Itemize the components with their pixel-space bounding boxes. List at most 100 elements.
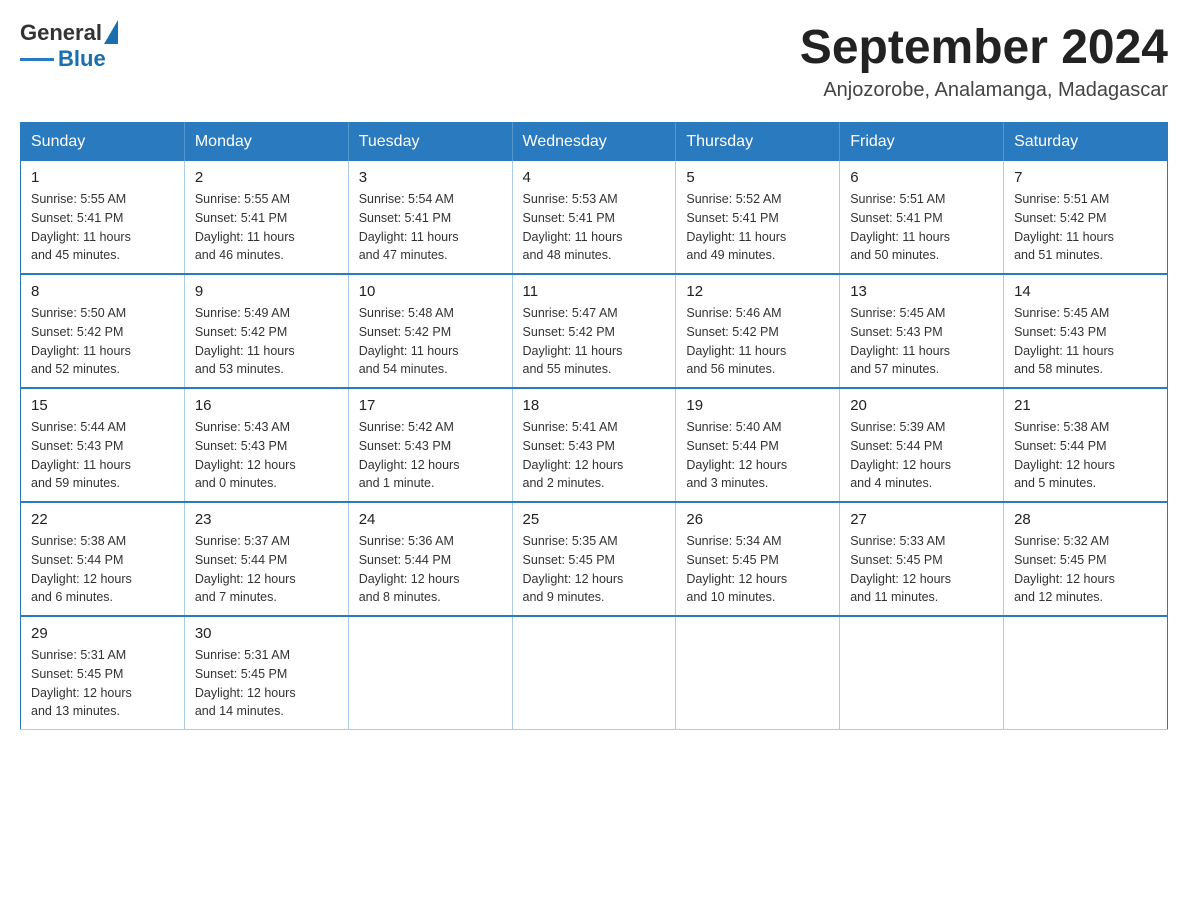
day-number: 21 <box>1014 397 1157 414</box>
day-cell-3: 3 Sunrise: 5:54 AMSunset: 5:41 PMDaylight… <box>348 161 512 274</box>
day-number: 28 <box>1014 511 1157 528</box>
day-cell-8: 8 Sunrise: 5:50 AMSunset: 5:42 PMDaylight… <box>21 274 185 388</box>
day-info: Sunrise: 5:42 AMSunset: 5:43 PMDaylight:… <box>359 418 502 493</box>
day-cell-9: 9 Sunrise: 5:49 AMSunset: 5:42 PMDaylight… <box>184 274 348 388</box>
calendar-title: September 2024 <box>800 20 1168 75</box>
day-info: Sunrise: 5:47 AMSunset: 5:42 PMDaylight:… <box>523 304 666 379</box>
day-info: Sunrise: 5:40 AMSunset: 5:44 PMDaylight:… <box>686 418 829 493</box>
day-cell-15: 15Sunrise: 5:44 AMSunset: 5:43 PMDayligh… <box>21 388 185 502</box>
day-info: Sunrise: 5:38 AMSunset: 5:44 PMDaylight:… <box>1014 418 1157 493</box>
header-tuesday: Tuesday <box>348 123 512 162</box>
day-number: 6 <box>850 169 993 186</box>
day-info: Sunrise: 5:48 AMSunset: 5:42 PMDaylight:… <box>359 304 502 379</box>
day-cell-20: 20 Sunrise: 5:39 AMSunset: 5:44 PMDayligh… <box>840 388 1004 502</box>
day-number: 10 <box>359 283 502 300</box>
header-friday: Friday <box>840 123 1004 162</box>
day-number: 24 <box>359 511 502 528</box>
day-number: 16 <box>195 397 338 414</box>
day-number: 12 <box>686 283 829 300</box>
calendar-subtitle: Anjozorobe, Analamanga, Madagascar <box>800 79 1168 102</box>
day-number: 3 <box>359 169 502 186</box>
day-info: Sunrise: 5:52 AMSunset: 5:41 PMDaylight:… <box>686 190 829 265</box>
day-number: 11 <box>523 283 666 300</box>
day-cell-17: 17 Sunrise: 5:42 AMSunset: 5:43 PMDayligh… <box>348 388 512 502</box>
day-info: Sunrise: 5:43 AMSunset: 5:43 PMDaylight:… <box>195 418 338 493</box>
day-number: 2 <box>195 169 338 186</box>
logo-line <box>20 58 54 61</box>
logo-blue-text: Blue <box>58 46 106 72</box>
day-cell-26: 26 Sunrise: 5:34 AMSunset: 5:45 PMDayligh… <box>676 502 840 616</box>
empty-cell <box>840 616 1004 730</box>
day-number: 27 <box>850 511 993 528</box>
day-cell-22: 22Sunrise: 5:38 AMSunset: 5:44 PMDayligh… <box>21 502 185 616</box>
day-number: 9 <box>195 283 338 300</box>
day-number: 15 <box>31 397 174 414</box>
day-cell-29: 29 Sunrise: 5:31 AMSunset: 5:45 PMDayligh… <box>21 616 185 730</box>
week-row-2: 8 Sunrise: 5:50 AMSunset: 5:42 PMDaylight… <box>21 274 1168 388</box>
week-row-4: 22Sunrise: 5:38 AMSunset: 5:44 PMDayligh… <box>21 502 1168 616</box>
day-number: 23 <box>195 511 338 528</box>
day-number: 4 <box>523 169 666 186</box>
day-info: Sunrise: 5:33 AMSunset: 5:45 PMDaylight:… <box>850 532 993 607</box>
day-info: Sunrise: 5:45 AMSunset: 5:43 PMDaylight:… <box>850 304 993 379</box>
day-cell-25: 25 Sunrise: 5:35 AMSunset: 5:45 PMDayligh… <box>512 502 676 616</box>
logo-general-text: General <box>20 20 102 46</box>
day-info: Sunrise: 5:51 AMSunset: 5:42 PMDaylight:… <box>1014 190 1157 265</box>
calendar-header-row: SundayMondayTuesdayWednesdayThursdayFrid… <box>21 123 1168 162</box>
empty-cell <box>348 616 512 730</box>
day-cell-16: 16 Sunrise: 5:43 AMSunset: 5:43 PMDayligh… <box>184 388 348 502</box>
logo-triangle-icon <box>104 20 118 44</box>
header-saturday: Saturday <box>1004 123 1168 162</box>
empty-cell <box>676 616 840 730</box>
day-info: Sunrise: 5:41 AMSunset: 5:43 PMDaylight:… <box>523 418 666 493</box>
day-number: 18 <box>523 397 666 414</box>
day-number: 20 <box>850 397 993 414</box>
week-row-1: 1Sunrise: 5:55 AMSunset: 5:41 PMDaylight… <box>21 161 1168 274</box>
day-cell-6: 6 Sunrise: 5:51 AMSunset: 5:41 PMDaylight… <box>840 161 1004 274</box>
day-info: Sunrise: 5:39 AMSunset: 5:44 PMDaylight:… <box>850 418 993 493</box>
day-cell-12: 12 Sunrise: 5:46 AMSunset: 5:42 PMDayligh… <box>676 274 840 388</box>
day-cell-2: 2Sunrise: 5:55 AMSunset: 5:41 PMDaylight… <box>184 161 348 274</box>
day-cell-27: 27 Sunrise: 5:33 AMSunset: 5:45 PMDayligh… <box>840 502 1004 616</box>
day-cell-5: 5 Sunrise: 5:52 AMSunset: 5:41 PMDaylight… <box>676 161 840 274</box>
day-info: Sunrise: 5:34 AMSunset: 5:45 PMDaylight:… <box>686 532 829 607</box>
day-number: 1 <box>31 169 174 186</box>
day-number: 29 <box>31 625 174 642</box>
header-wednesday: Wednesday <box>512 123 676 162</box>
empty-cell <box>512 616 676 730</box>
day-number: 17 <box>359 397 502 414</box>
day-cell-30: 30Sunrise: 5:31 AMSunset: 5:45 PMDayligh… <box>184 616 348 730</box>
day-info: Sunrise: 5:36 AMSunset: 5:44 PMDaylight:… <box>359 532 502 607</box>
day-info: Sunrise: 5:35 AMSunset: 5:45 PMDaylight:… <box>523 532 666 607</box>
day-info: Sunrise: 5:54 AMSunset: 5:41 PMDaylight:… <box>359 190 502 265</box>
day-info: Sunrise: 5:49 AMSunset: 5:42 PMDaylight:… <box>195 304 338 379</box>
day-info: Sunrise: 5:46 AMSunset: 5:42 PMDaylight:… <box>686 304 829 379</box>
day-number: 13 <box>850 283 993 300</box>
day-cell-13: 13 Sunrise: 5:45 AMSunset: 5:43 PMDayligh… <box>840 274 1004 388</box>
day-cell-1: 1Sunrise: 5:55 AMSunset: 5:41 PMDaylight… <box>21 161 185 274</box>
day-cell-14: 14 Sunrise: 5:45 AMSunset: 5:43 PMDayligh… <box>1004 274 1168 388</box>
day-number: 8 <box>31 283 174 300</box>
day-info: Sunrise: 5:32 AMSunset: 5:45 PMDaylight:… <box>1014 532 1157 607</box>
empty-cell <box>1004 616 1168 730</box>
day-info: Sunrise: 5:50 AMSunset: 5:42 PMDaylight:… <box>31 304 174 379</box>
logo: General Blue <box>20 20 118 72</box>
day-number: 5 <box>686 169 829 186</box>
day-cell-19: 19 Sunrise: 5:40 AMSunset: 5:44 PMDayligh… <box>676 388 840 502</box>
day-cell-23: 23 Sunrise: 5:37 AMSunset: 5:44 PMDayligh… <box>184 502 348 616</box>
day-info: Sunrise: 5:37 AMSunset: 5:44 PMDaylight:… <box>195 532 338 607</box>
day-cell-10: 10 Sunrise: 5:48 AMSunset: 5:42 PMDayligh… <box>348 274 512 388</box>
day-number: 26 <box>686 511 829 528</box>
calendar-table: SundayMondayTuesdayWednesdayThursdayFrid… <box>20 122 1168 730</box>
day-number: 14 <box>1014 283 1157 300</box>
day-info: Sunrise: 5:31 AMSunset: 5:45 PMDaylight:… <box>31 646 174 721</box>
day-number: 7 <box>1014 169 1157 186</box>
day-cell-24: 24 Sunrise: 5:36 AMSunset: 5:44 PMDayligh… <box>348 502 512 616</box>
week-row-3: 15Sunrise: 5:44 AMSunset: 5:43 PMDayligh… <box>21 388 1168 502</box>
day-info: Sunrise: 5:45 AMSunset: 5:43 PMDaylight:… <box>1014 304 1157 379</box>
day-cell-28: 28 Sunrise: 5:32 AMSunset: 5:45 PMDayligh… <box>1004 502 1168 616</box>
day-info: Sunrise: 5:38 AMSunset: 5:44 PMDaylight:… <box>31 532 174 607</box>
day-number: 25 <box>523 511 666 528</box>
day-number: 19 <box>686 397 829 414</box>
day-info: Sunrise: 5:51 AMSunset: 5:41 PMDaylight:… <box>850 190 993 265</box>
